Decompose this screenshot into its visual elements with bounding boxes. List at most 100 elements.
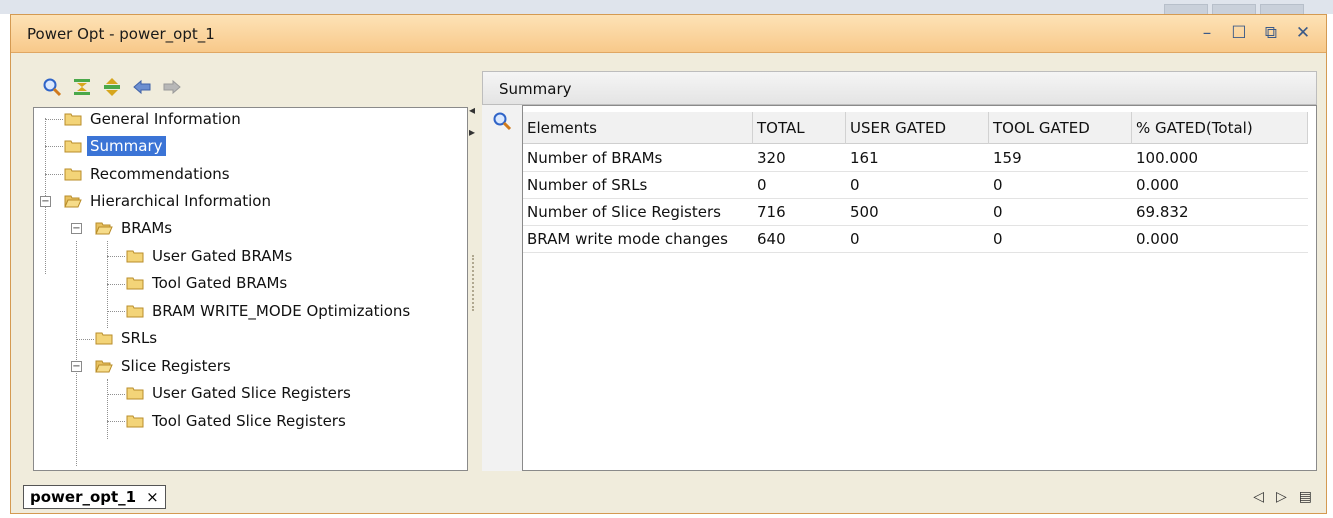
column-header-percent-gated[interactable]: % GATED(Total)	[1132, 112, 1308, 144]
background-tab[interactable]	[1164, 4, 1208, 14]
tree-item-label: Summary	[87, 136, 166, 156]
tree-item-general-information[interactable]: General Information	[64, 108, 244, 130]
tree-item-user-gated-slice-registers[interactable]: User Gated Slice Registers	[126, 382, 354, 404]
document-tab-power-opt-1[interactable]: power_opt_1 ×	[23, 485, 166, 509]
summary-title: Summary	[499, 80, 572, 98]
tree-item-brams[interactable]: BRAMs	[95, 217, 175, 239]
collapse-toggle[interactable]: −	[71, 361, 82, 372]
tree-item-bram-write-mode-optimizations[interactable]: BRAM WRITE_MODE Optimizations	[126, 300, 413, 322]
previous-tab-icon[interactable]: ◁	[1253, 489, 1264, 505]
column-header-total[interactable]: TOTAL	[753, 112, 846, 144]
open-folder-icon	[64, 195, 82, 208]
tree-item-label: User Gated BRAMs	[152, 247, 293, 265]
tree-connector	[107, 394, 125, 395]
tree-item-label: Tool Gated BRAMs	[152, 274, 288, 292]
background-tab[interactable]	[1260, 4, 1304, 14]
back-arrow-icon[interactable]	[131, 77, 152, 98]
cell-tool-gated: 159	[993, 149, 1022, 167]
tree-connector	[76, 339, 94, 340]
expand-right-icon[interactable]: ▸	[469, 125, 475, 139]
cell-tool-gated: 0	[993, 176, 1003, 194]
table-header-row: Elements TOTAL USER GATED TOOL GATED % G…	[523, 112, 1308, 144]
cell-total: 640	[757, 230, 786, 248]
tab-list-icon[interactable]: ▤	[1299, 489, 1312, 505]
table-row[interactable]: Number of BRAMs 320 161 159 100.000	[523, 145, 1308, 172]
cell-element: Number of BRAMs	[527, 149, 663, 167]
tree-item-tool-gated-slice-registers[interactable]: Tool Gated Slice Registers	[126, 410, 349, 432]
cell-total: 0	[757, 176, 767, 194]
column-header-user-gated[interactable]: USER GATED	[846, 112, 989, 144]
tree-connector	[107, 311, 125, 312]
window-controls: – ☐ ⧉ ✕	[1198, 23, 1312, 43]
table-search-area	[482, 105, 522, 471]
tree-connector	[107, 421, 125, 422]
tree-item-label: Hierarchical Information	[90, 192, 271, 210]
maximize-icon[interactable]: ☐	[1230, 23, 1248, 43]
minimize-icon[interactable]: –	[1198, 23, 1216, 43]
forward-arrow-icon[interactable]	[161, 77, 182, 98]
cell-tool-gated: 0	[993, 203, 1003, 221]
table-row[interactable]: BRAM write mode changes 640 0 0 0.000	[523, 226, 1308, 253]
folder-icon	[126, 277, 144, 290]
close-tab-icon[interactable]: ×	[146, 486, 159, 508]
tree-item-label: SRLs	[121, 329, 158, 347]
background-tab[interactable]	[1212, 4, 1256, 14]
tree-connector	[107, 379, 108, 439]
folder-icon	[126, 305, 144, 318]
collapse-left-icon[interactable]: ◂	[469, 103, 475, 117]
window-title: Power Opt - power_opt_1	[27, 25, 215, 43]
restore-icon[interactable]: ⧉	[1262, 23, 1280, 43]
collapse-all-icon[interactable]	[71, 77, 92, 98]
cell-element: Number of SRLs	[527, 176, 648, 194]
close-icon[interactable]: ✕	[1294, 23, 1312, 43]
tab-navigation: ◁ ▷ ▤	[1253, 489, 1312, 505]
cell-element: BRAM write mode changes	[527, 230, 728, 248]
search-icon[interactable]	[41, 77, 62, 98]
splitter-grip[interactable]	[472, 255, 475, 311]
cell-user-gated: 161	[850, 149, 879, 167]
tree-connector	[45, 174, 63, 175]
open-folder-icon	[95, 222, 113, 235]
summary-panel: Summary Elements TOTAL USER GATED TOOL G…	[482, 71, 1317, 471]
tree-connector	[45, 119, 63, 120]
next-tab-icon[interactable]: ▷	[1276, 489, 1287, 505]
cell-percent-gated: 0.000	[1136, 176, 1179, 194]
column-header-elements[interactable]: Elements	[523, 112, 753, 144]
tree-item-srls[interactable]: SRLs	[95, 327, 160, 349]
tree-item-tool-gated-brams[interactable]: Tool Gated BRAMs	[126, 272, 290, 294]
folder-icon	[126, 250, 144, 263]
collapse-toggle[interactable]: −	[40, 196, 51, 207]
collapse-toggle[interactable]: −	[71, 223, 82, 234]
tree-item-label: Slice Registers	[121, 357, 231, 375]
table-row[interactable]: Number of SRLs 0 0 0 0.000	[523, 172, 1308, 199]
cell-tool-gated: 0	[993, 230, 1003, 248]
summary-header: Summary	[482, 71, 1317, 105]
cell-percent-gated: 0.000	[1136, 230, 1179, 248]
cell-user-gated: 500	[850, 203, 879, 221]
folder-icon	[64, 168, 82, 181]
navigation-tree: − − − General Information Summary Recomm…	[33, 107, 468, 471]
cell-percent-gated: 69.832	[1136, 203, 1189, 221]
folder-icon	[126, 415, 144, 428]
tree-item-hierarchical-information[interactable]: Hierarchical Information	[64, 190, 274, 212]
folder-icon	[64, 140, 82, 153]
summary-table: Elements TOTAL USER GATED TOOL GATED % G…	[522, 105, 1317, 471]
tree-connector	[107, 256, 125, 257]
tree-connector	[76, 241, 77, 466]
cell-user-gated: 0	[850, 176, 860, 194]
tree-item-summary[interactable]: Summary	[64, 135, 166, 157]
tree-item-slice-registers[interactable]: Slice Registers	[95, 355, 234, 377]
cell-element: Number of Slice Registers	[527, 203, 721, 221]
splitter-arrows[interactable]: ◂ ▸	[469, 103, 475, 139]
search-icon[interactable]	[492, 111, 512, 131]
left-panel: − − − General Information Summary Recomm…	[33, 67, 468, 471]
column-header-tool-gated[interactable]: TOOL GATED	[989, 112, 1132, 144]
tree-toolbar	[33, 67, 468, 107]
tree-item-recommendations[interactable]: Recommendations	[64, 163, 233, 185]
table-row[interactable]: Number of Slice Registers 716 500 0 69.8…	[523, 199, 1308, 226]
tree-item-user-gated-brams[interactable]: User Gated BRAMs	[126, 245, 295, 267]
cell-percent-gated: 100.000	[1136, 149, 1199, 167]
cell-total: 716	[757, 203, 786, 221]
tree-item-label: BRAMs	[121, 219, 173, 237]
expand-all-icon[interactable]	[101, 77, 122, 98]
